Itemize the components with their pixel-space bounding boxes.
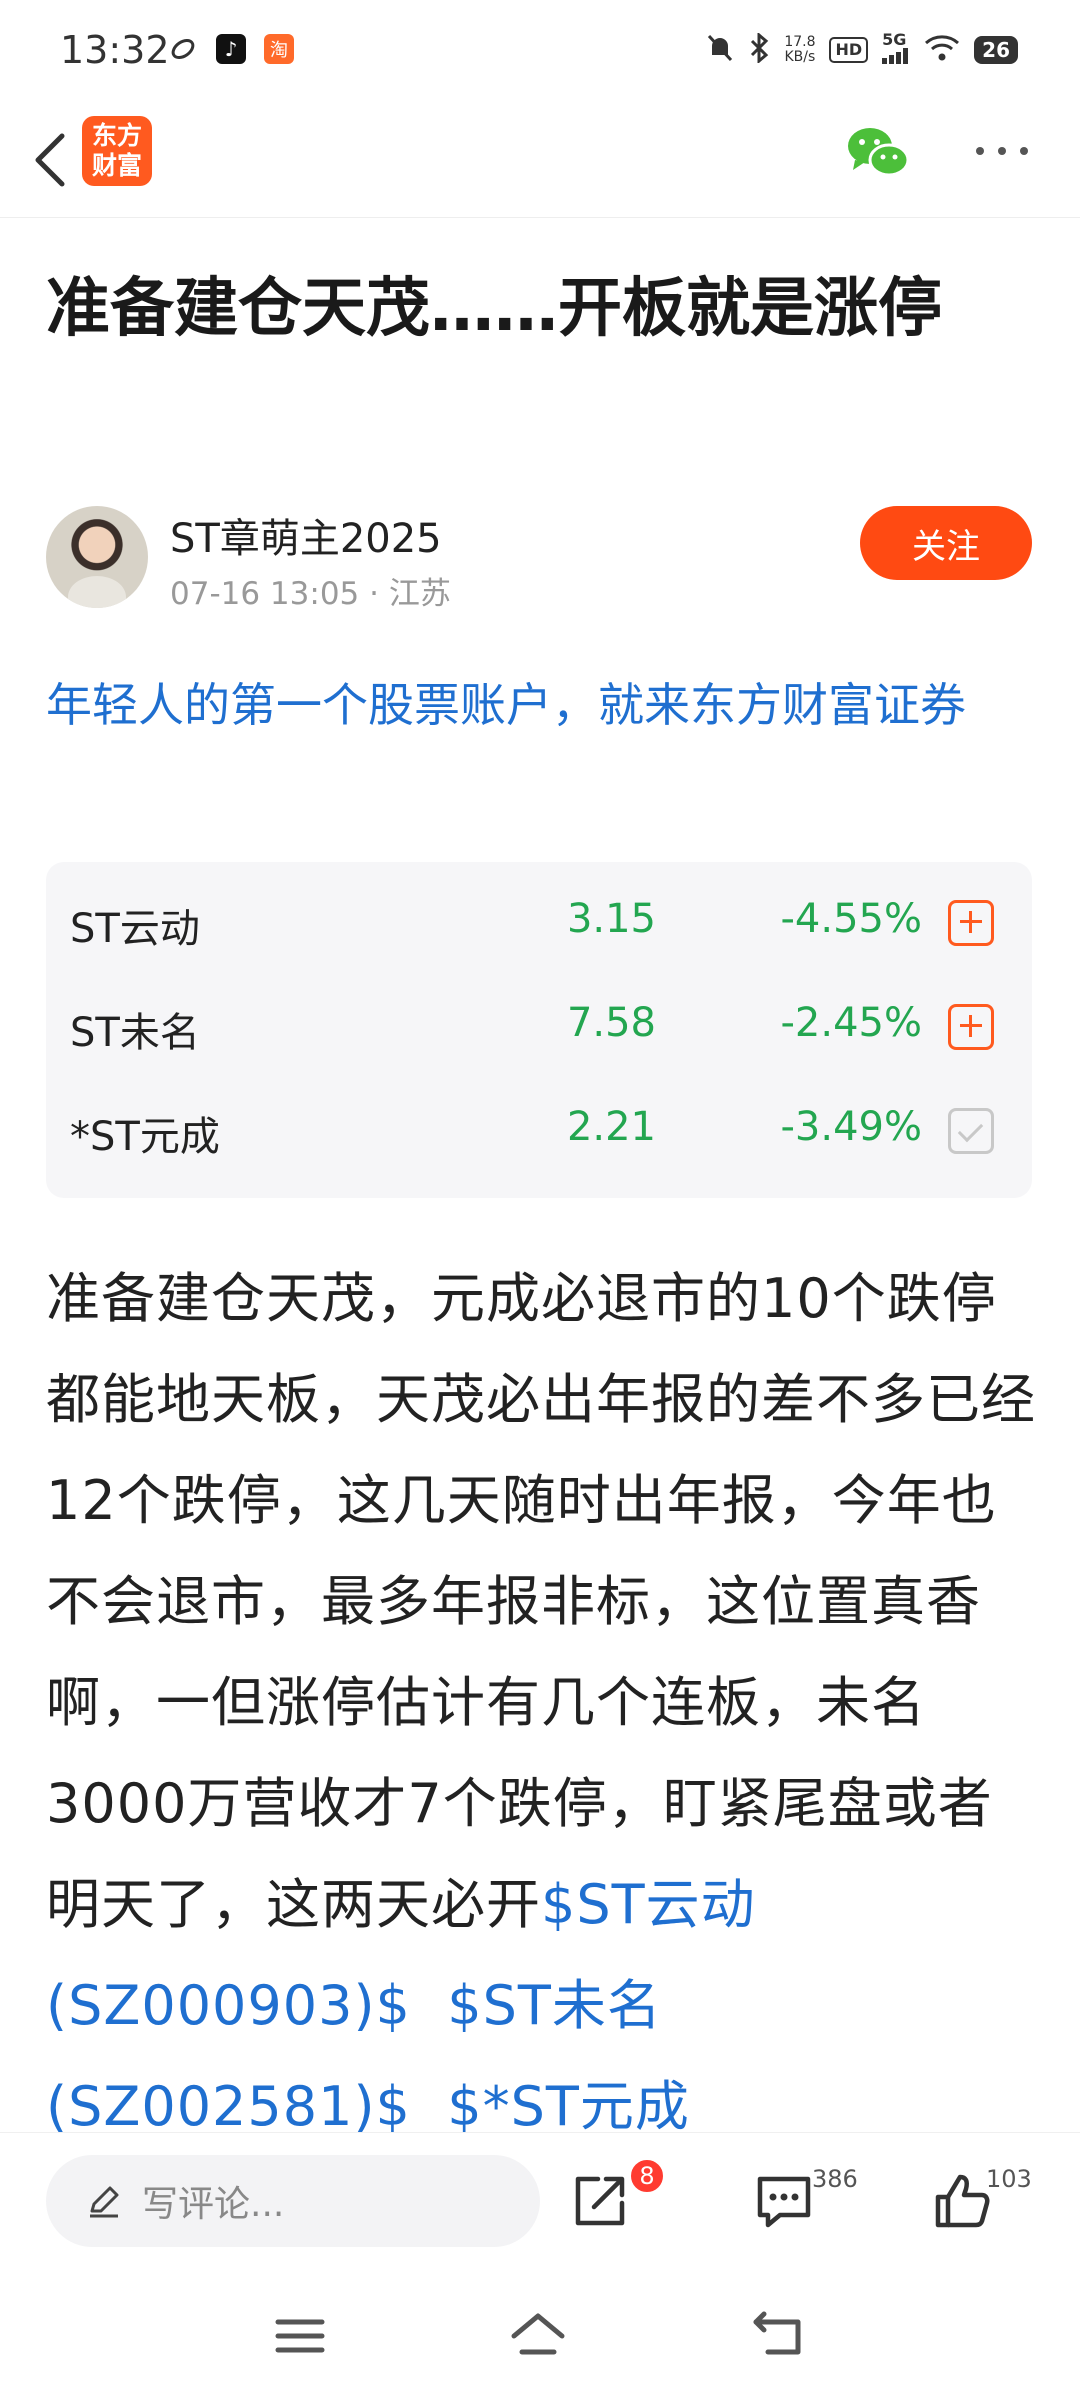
wechat-share-button[interactable] [845, 122, 911, 182]
stock-change: -4.55% [780, 896, 922, 942]
thumbs-up-icon [935, 2174, 990, 2228]
notification-icons: ♪ 淘 [168, 34, 294, 64]
stock-change: -2.45% [780, 1000, 922, 1046]
stock-change: -3.49% [780, 1104, 922, 1150]
more-options-button[interactable] [970, 126, 1034, 176]
stock-price: 2.21 [566, 1104, 656, 1150]
add-watchlist-icon[interactable] [948, 1004, 994, 1050]
net-speed: 17.8 KB/s [784, 33, 816, 65]
post-time: 07-16 13:05 [170, 576, 360, 612]
author-avatar[interactable] [46, 506, 148, 608]
article-title: 准备建仓天茂……开板就是涨停 [46, 272, 942, 346]
stock-name: *ST元成 [70, 1114, 220, 1160]
comments-button[interactable] [752, 2169, 816, 2233]
like-count: 103 [986, 2165, 1032, 2193]
signal-icon [882, 48, 909, 64]
pencil-icon [90, 2186, 119, 2218]
stock-row[interactable]: ST未名 7.58 -2.45% [46, 974, 1032, 1078]
author-name[interactable]: ST章萌主2025 [170, 506, 442, 564]
taobao-icon: 淘 [264, 34, 294, 64]
recent-apps-button[interactable] [270, 2308, 330, 2364]
more-dot-icon [1020, 147, 1028, 155]
chevron-left-icon [35, 133, 65, 187]
wechat-icon [848, 128, 910, 177]
mute-icon [706, 33, 734, 67]
system-nav-bar [0, 2272, 1080, 2400]
article-body-text: 准备建仓天茂，元成必退市的10个跌停都能地天板，天茂必出年报的差不多已经12个跌… [46, 1267, 1036, 1936]
share-button[interactable] [568, 2169, 632, 2233]
add-watchlist-icon[interactable] [948, 900, 994, 946]
promo-link[interactable]: 年轻人的第一个股票账户，就来东方财富证券 [46, 666, 1036, 744]
wifi-icon [924, 34, 960, 66]
home-icon [511, 2313, 565, 2355]
article-body: 准备建仓天茂，元成必退市的10个跌停都能地天板，天茂必出年报的差不多已经12个跌… [46, 1248, 1036, 2258]
tiktok-icon: ♪ [216, 34, 246, 64]
leaf-icon [168, 34, 198, 64]
status-time: 13:32 [60, 28, 170, 72]
stock-name: ST云动 [70, 906, 200, 952]
more-dot-icon [976, 147, 984, 155]
like-button[interactable] [930, 2169, 994, 2233]
stock-name: ST未名 [70, 1010, 200, 1056]
share-icon [575, 2176, 625, 2226]
system-back-button[interactable] [748, 2308, 808, 2364]
in-watchlist-check-icon[interactable] [948, 1108, 994, 1154]
stock-price: 3.15 [566, 896, 656, 942]
battery-indicator: 26 [974, 35, 1018, 64]
back-arrow-icon [753, 2311, 801, 2355]
menu-icon [275, 2319, 325, 2353]
stock-row[interactable]: *ST元成 2.21 -3.49% [46, 1078, 1032, 1182]
share-badge: 8 [628, 2157, 666, 2195]
comment-icon [757, 2176, 811, 2228]
status-bar: 13:32 ♪ 淘 17.8 KB/s HD 5G 26 [0, 0, 1080, 104]
network-type: 5G [882, 32, 910, 67]
eastmoney-logo: 东方 财富 [82, 116, 152, 186]
status-indicators: 17.8 KB/s HD 5G 26 [706, 31, 1018, 67]
comment-input[interactable]: 写评论... [46, 2155, 540, 2247]
bottom-action-bar: 写评论... 8 386 103 [0, 2132, 1080, 2272]
hd-badge: HD [829, 36, 869, 63]
app-header: 东方 财富 [0, 104, 1080, 218]
related-stocks-card: ST云动 3.15 -4.55% ST未名 7.58 -2.45% *ST元成 … [46, 862, 1032, 1198]
home-button[interactable] [508, 2308, 568, 2364]
meta-separator: · [369, 576, 379, 612]
bluetooth-icon [748, 31, 770, 67]
stock-price: 7.58 [566, 1000, 656, 1046]
comment-placeholder: 写评论... [142, 2184, 285, 2225]
post-location: 江苏 [388, 576, 451, 612]
follow-button[interactable]: 关注 [860, 506, 1032, 580]
comment-count: 386 [812, 2165, 858, 2193]
more-dot-icon [998, 147, 1006, 155]
back-button[interactable] [20, 122, 80, 198]
author-meta: 07-16 13:05 · 江苏 [170, 568, 451, 613]
stock-row[interactable]: ST云动 3.15 -4.55% [46, 870, 1032, 974]
